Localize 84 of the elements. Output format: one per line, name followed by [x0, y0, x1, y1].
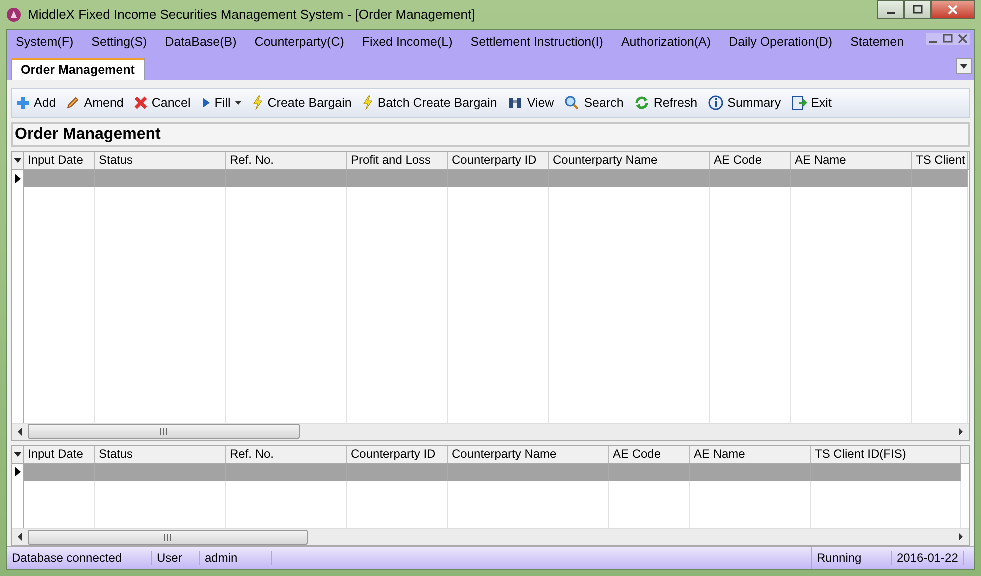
caret-icon [960, 64, 968, 68]
minimize-button[interactable] [877, 0, 904, 19]
caret-icon [14, 158, 22, 163]
status-text: Database connected [7, 551, 152, 565]
refresh-icon [634, 95, 650, 111]
column-header[interactable]: Profit and Loss [347, 152, 448, 169]
toolbar-button[interactable]: Amend [62, 96, 128, 110]
row-indicator[interactable] [12, 170, 24, 187]
row-indicator[interactable] [12, 464, 24, 481]
play-icon [200, 96, 211, 110]
status-text: User [152, 551, 200, 565]
column-header[interactable]: Ref. No. [226, 152, 347, 169]
dropdown-button[interactable] [956, 58, 972, 74]
menu-item[interactable]: Settlement Instruction(I) [462, 35, 612, 49]
pencil-icon [66, 96, 80, 110]
lightning-icon [362, 95, 374, 111]
column-header[interactable]: Counterparty Name [549, 152, 710, 169]
lightning-icon [252, 95, 264, 111]
window-title: MiddleX Fixed Income Securities Management System - [Order Management] [28, 7, 476, 22]
menu-item[interactable]: Counterparty(C) [246, 35, 354, 49]
menu-item[interactable]: Statemen [842, 35, 914, 49]
close-button[interactable] [931, 0, 975, 19]
menu-item[interactable]: Setting(S) [82, 35, 156, 49]
column-header[interactable]: TS Client [912, 152, 968, 169]
horizontal-scrollbar[interactable] [12, 528, 969, 545]
column-header[interactable]: Counterparty ID [347, 446, 448, 463]
close-icon[interactable] [956, 33, 970, 45]
column-menu-button[interactable] [12, 446, 24, 463]
left-arrow-icon [16, 533, 24, 541]
toolbar-button[interactable]: Create Bargain [248, 95, 356, 111]
status-text: Running [812, 551, 892, 565]
minimize-icon [886, 12, 894, 14]
restore-icon[interactable] [941, 33, 955, 45]
plus-icon [16, 96, 30, 110]
column-header[interactable]: Input Date [24, 152, 95, 169]
menu-item[interactable]: Fixed Income(L) [353, 35, 462, 49]
column-header[interactable]: AE Code [609, 446, 690, 463]
arrow-icon [14, 174, 20, 184]
column-header[interactable]: Ref. No. [226, 446, 347, 463]
menu-item[interactable]: Daily Operation(D) [720, 35, 842, 49]
maximize-icon [912, 4, 922, 14]
exit-icon [791, 95, 808, 111]
close-icon [948, 4, 958, 14]
maximize-button[interactable] [904, 0, 931, 19]
menu-item[interactable]: System(F) [7, 35, 83, 49]
menu-item[interactable]: Authorization(A) [612, 35, 720, 49]
left-arrow-icon [16, 428, 24, 436]
toolbar-button[interactable]: Batch Create Bargain [358, 95, 502, 111]
toolbar-button[interactable]: Fill [196, 96, 246, 110]
app-icon [6, 6, 22, 22]
caret-icon [234, 101, 242, 105]
tab[interactable]: Order Management [11, 58, 145, 80]
toolbar-button[interactable]: Search [560, 95, 628, 111]
binoculars-icon [507, 96, 524, 110]
status-text: 2016-01-22 [892, 551, 964, 565]
column-header[interactable]: Counterparty ID [448, 152, 549, 169]
right-arrow-icon [957, 533, 965, 541]
toolbar-button[interactable]: View [503, 96, 558, 110]
column-header[interactable]: Input Date [24, 446, 95, 463]
toolbar-button[interactable]: Add [12, 96, 60, 110]
horizontal-scrollbar[interactable] [12, 422, 969, 440]
toolbar-button[interactable]: Summary [704, 95, 786, 111]
info-icon [708, 95, 724, 111]
caret-icon [14, 452, 22, 457]
arrow-icon [14, 467, 20, 478]
column-header[interactable]: Status [95, 446, 226, 463]
right-arrow-icon [957, 428, 965, 436]
panel-title: Order Management [11, 122, 970, 147]
cross-icon [134, 96, 148, 110]
search-icon [564, 95, 580, 111]
status-text: admin [200, 551, 272, 565]
toolbar-button[interactable]: Cancel [130, 96, 195, 110]
column-header[interactable]: AE Code [710, 152, 791, 169]
toolbar-button[interactable]: Exit [787, 95, 836, 111]
grip-icon [160, 428, 168, 436]
toolbar-button[interactable]: Refresh [630, 95, 702, 111]
column-header[interactable]: TS Client ID(FIS) [811, 446, 961, 463]
column-header[interactable]: AE Name [791, 152, 912, 169]
column-menu-button[interactable] [12, 152, 24, 169]
grip-icon [164, 534, 172, 540]
column-header[interactable]: Counterparty Name [448, 446, 609, 463]
column-header[interactable]: AE Name [690, 446, 811, 463]
column-header[interactable]: Status [95, 152, 226, 169]
menu-item[interactable]: DataBase(B) [156, 35, 246, 49]
